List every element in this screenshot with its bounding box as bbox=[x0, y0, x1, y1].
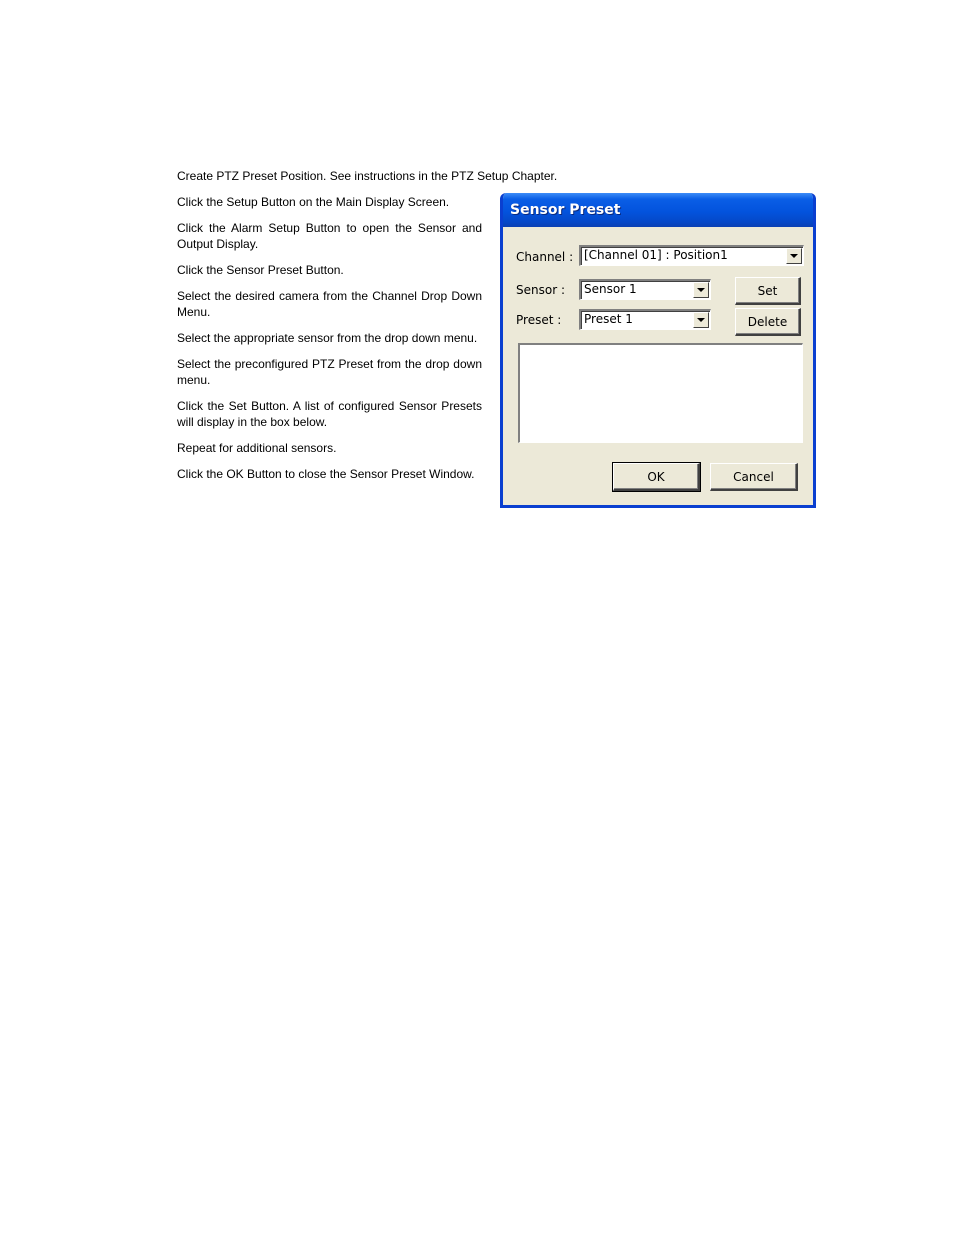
dialog-titlebar[interactable]: Sensor Preset bbox=[503, 193, 813, 227]
sensor-label: Sensor : bbox=[516, 283, 565, 297]
step-6: Select the preconfigured PTZ Preset from… bbox=[177, 357, 482, 387]
step-7: Click the Set Button. A list of configur… bbox=[177, 399, 482, 429]
channel-value: [Channel 01] : Position1 bbox=[584, 248, 728, 262]
step-1: Click the Setup Button on the Main Displ… bbox=[177, 195, 450, 209]
cancel-button[interactable]: Cancel bbox=[710, 463, 798, 491]
step-2: Click the Alarm Setup Button to open the… bbox=[177, 221, 482, 251]
ok-button[interactable]: OK bbox=[612, 462, 701, 492]
intro-text: Create PTZ Preset Position. See instruct… bbox=[177, 169, 558, 183]
channel-dropdown[interactable]: [Channel 01] : Position1 bbox=[579, 245, 804, 266]
channel-label: Channel : bbox=[516, 250, 574, 264]
step-8: Repeat for additional sensors. bbox=[177, 441, 337, 455]
sensor-dropdown[interactable]: Sensor 1 bbox=[579, 279, 711, 300]
step-5: Select the appropriate sensor from the d… bbox=[177, 331, 478, 345]
sensor-value: Sensor 1 bbox=[584, 282, 637, 296]
sensor-preset-dialog: Sensor Preset Channel : [Channel 01] : P… bbox=[500, 193, 816, 508]
delete-button[interactable]: Delete bbox=[735, 308, 801, 336]
step-4: Select the desired camera from the Chann… bbox=[177, 289, 482, 319]
dialog-client-area: Channel : [Channel 01] : Position1 Senso… bbox=[503, 227, 813, 505]
instruction-steps: Click the Setup Button on the Main Displ… bbox=[177, 194, 482, 492]
sensor-preset-list[interactable] bbox=[518, 343, 803, 443]
channel-dropdown-arrow-icon[interactable] bbox=[786, 248, 802, 264]
sensor-dropdown-arrow-icon[interactable] bbox=[693, 282, 709, 298]
step-9: Click the OK Button to close the Sensor … bbox=[177, 467, 475, 481]
step-3: Click the Sensor Preset Button. bbox=[177, 263, 344, 277]
set-button[interactable]: Set bbox=[735, 277, 801, 305]
preset-dropdown[interactable]: Preset 1 bbox=[579, 309, 711, 330]
preset-value: Preset 1 bbox=[584, 312, 633, 326]
preset-label: Preset : bbox=[516, 313, 562, 327]
dialog-title: Sensor Preset bbox=[510, 202, 621, 218]
preset-dropdown-arrow-icon[interactable] bbox=[693, 312, 709, 328]
